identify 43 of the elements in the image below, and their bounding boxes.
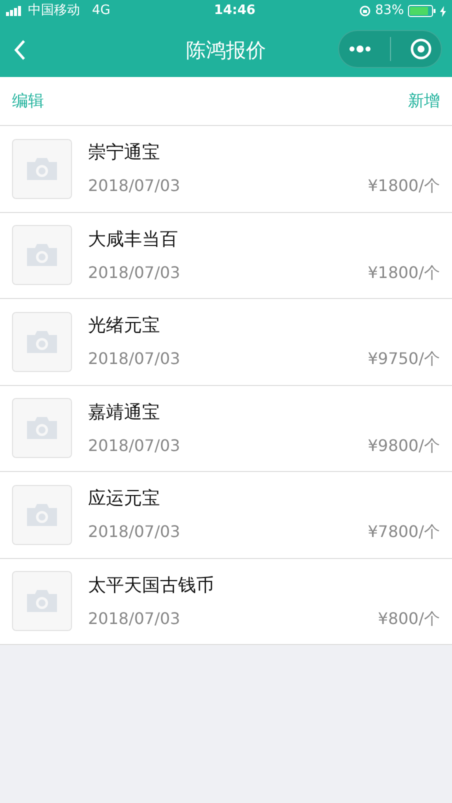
- item-name: 大咸丰当百: [88, 228, 179, 252]
- list-item[interactable]: 光绪元宝 2018/07/03 ¥9750/个: [0, 299, 452, 386]
- item-price: ¥9800/个: [368, 434, 440, 457]
- charging-icon: [440, 6, 446, 16]
- item-date: 2018/07/03: [88, 521, 180, 544]
- list-item[interactable]: 崇宁通宝 2018/07/03 ¥1800/个: [0, 126, 452, 212]
- item-price: ¥1800/个: [368, 262, 440, 284]
- rotation-lock-icon: [359, 5, 372, 17]
- list-item[interactable]: 太平天国古钱币 2018/07/03 ¥800/个: [0, 558, 452, 645]
- capsule-menu[interactable]: [338, 30, 442, 68]
- carrier-name: 中国移动: [28, 2, 80, 20]
- list-item[interactable]: 嘉靖通宝 2018/07/03 ¥9800/个: [0, 386, 452, 472]
- camera-icon: [27, 158, 57, 180]
- item-date: 2018/07/03: [88, 262, 180, 284]
- camera-icon: [27, 504, 57, 526]
- battery-icon: [408, 5, 436, 17]
- item-price: ¥1800/个: [368, 175, 440, 198]
- list-item[interactable]: 大咸丰当百 2018/07/03 ¥1800/个: [0, 212, 452, 299]
- item-price: ¥7800/个: [368, 521, 440, 544]
- back-icon[interactable]: [14, 39, 26, 61]
- signal-icon: [6, 6, 24, 16]
- item-name: 崇宁通宝: [88, 141, 161, 166]
- item-date: 2018/07/03: [88, 608, 180, 630]
- item-price: ¥800/个: [378, 608, 440, 630]
- page-title: 陈鸿报价: [186, 36, 266, 64]
- item-price: ¥9750/个: [368, 348, 440, 370]
- status-time: 14:46: [214, 2, 256, 20]
- list-item[interactable]: 应运元宝 2018/07/03 ¥7800/个: [0, 472, 452, 558]
- battery-percent: 83%: [375, 2, 404, 20]
- network-type: 4G: [92, 2, 110, 20]
- item-name: 光绪元宝: [88, 314, 161, 338]
- camera-icon: [27, 330, 57, 353]
- item-name: 嘉靖通宝: [88, 400, 161, 425]
- item-date: 2018/07/03: [88, 175, 180, 198]
- item-name: 应运元宝: [88, 487, 161, 512]
- item-date: 2018/07/03: [88, 434, 180, 457]
- camera-icon: [27, 244, 57, 266]
- item-date: 2018/07/03: [88, 348, 180, 370]
- camera-icon: [27, 590, 57, 612]
- more-icon[interactable]: [348, 45, 372, 53]
- item-name: 太平天国古钱币: [88, 574, 215, 598]
- camera-icon: [27, 417, 57, 440]
- close-icon[interactable]: [410, 38, 432, 60]
